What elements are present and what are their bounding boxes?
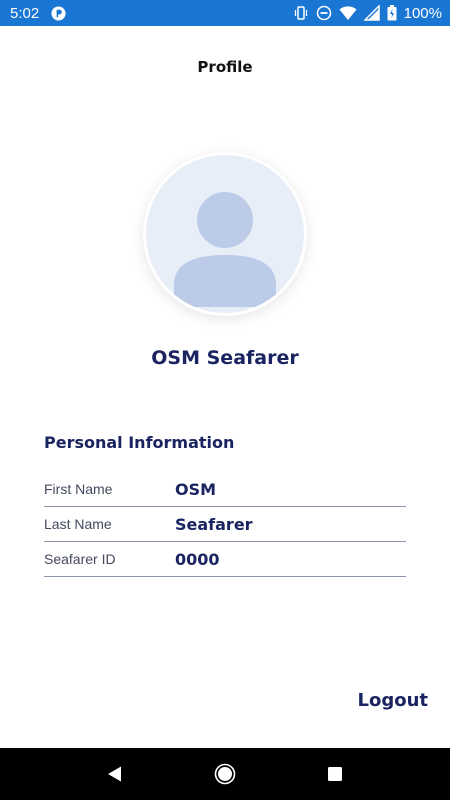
signal-icon	[363, 5, 380, 21]
wifi-icon	[339, 6, 357, 20]
system-nav-bar	[0, 748, 450, 800]
recents-icon	[328, 767, 342, 781]
profile-name: OSM Seafarer	[151, 347, 299, 369]
personal-info-table: First Name OSM Last Name Seafarer Seafar…	[44, 472, 406, 577]
info-label: Seafarer ID	[44, 551, 116, 567]
back-button[interactable]	[103, 762, 127, 786]
do-not-disturb-icon	[316, 5, 331, 21]
recents-button[interactable]	[323, 762, 347, 786]
status-time: 5:02	[10, 4, 40, 22]
home-icon	[214, 763, 236, 785]
info-label: Last Name	[44, 516, 112, 532]
home-button[interactable]	[213, 762, 237, 786]
avatar[interactable]	[143, 152, 307, 316]
status-icons: 100%	[293, 5, 442, 22]
info-value: 0000	[175, 549, 220, 569]
page-title: Profile	[197, 58, 253, 76]
info-row-last-name: Last Name Seafarer	[44, 507, 406, 542]
status-bar: 5:02 100%	[0, 0, 450, 26]
personal-info-title: Personal Information	[44, 433, 235, 452]
logout-button[interactable]: Logout	[357, 690, 428, 711]
info-value: OSM	[175, 479, 217, 499]
vibrate-icon	[294, 6, 307, 20]
battery-percentage: 100%	[403, 4, 442, 22]
info-row-first-name: First Name OSM	[44, 472, 406, 507]
back-icon	[108, 766, 121, 782]
app-notification-icon	[51, 5, 66, 21]
info-label: First Name	[44, 481, 113, 497]
info-row-seafarer-id: Seafarer ID 0000	[44, 542, 406, 577]
battery-icon	[387, 5, 397, 21]
info-value: Seafarer	[175, 514, 253, 534]
person-placeholder-icon	[174, 192, 276, 307]
